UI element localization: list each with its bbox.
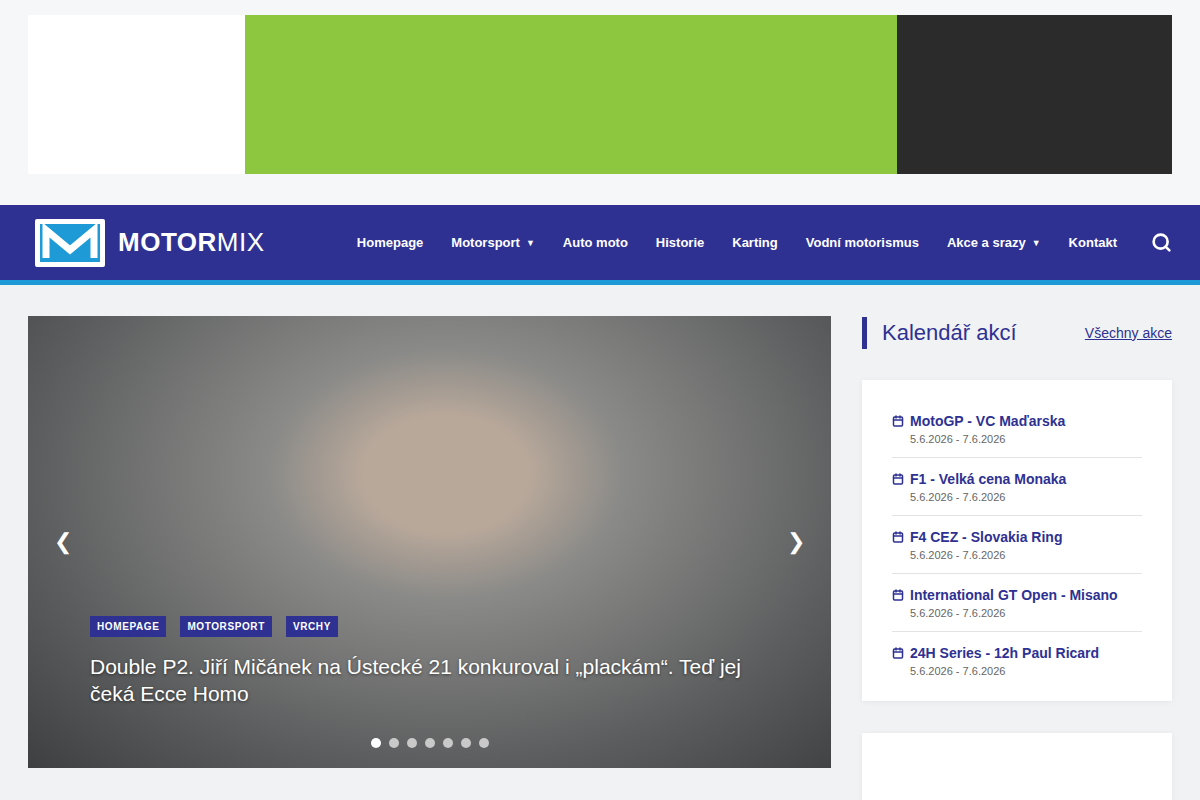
slide-caption: HOMEPAGE MOTORSPORT VRCHY Double P2. Jiří M…	[90, 616, 755, 707]
logo-icon	[34, 218, 106, 268]
slider-dot[interactable]	[443, 738, 453, 748]
logo[interactable]: MOTORMIX	[34, 218, 265, 268]
calendar-icon	[892, 647, 904, 659]
event-title[interactable]: 24H Series - 12h Paul Ricard	[910, 644, 1142, 662]
nav-item[interactable]: Vodní motorismus	[792, 227, 933, 258]
slider-dots	[28, 738, 831, 748]
content: ❮ ❯ HOMEPAGE MOTORSPORT VRCHY Double P2. Jiří…	[0, 285, 1200, 800]
nav-item[interactable]: Auto moto	[549, 227, 642, 258]
tag-row: HOMEPAGE MOTORSPORT VRCHY	[90, 616, 755, 637]
calendar-card: MotoGP - VC Maďarska5.6.2026 - 7.6.2026F…	[862, 380, 1172, 701]
caret-icon: ▼	[1032, 238, 1041, 248]
event-item: International GT Open - Misano 5.6.2026 -…	[892, 574, 1142, 632]
ad-area	[0, 0, 1200, 205]
slide-title[interactable]: Double P2. Jiří Mičánek na Ústecké 21 ko…	[90, 653, 755, 707]
nav-item[interactable]: Motorsport▼	[437, 227, 549, 258]
slider-dot[interactable]	[371, 738, 381, 748]
main-nav: MOTORMIX HomepageMotorsport▼Auto motoHist…	[0, 205, 1200, 285]
calendar-icon	[892, 531, 904, 543]
category-tag[interactable]: MOTORSPORT	[180, 616, 271, 637]
event-title[interactable]: MotoGP - VC Maďarska	[910, 412, 1142, 430]
ad-banner[interactable]	[28, 15, 1172, 174]
caret-icon: ▼	[526, 238, 535, 248]
slider-dot[interactable]	[461, 738, 471, 748]
prev-button[interactable]: ❮	[48, 523, 78, 561]
search-button[interactable]	[1141, 228, 1172, 257]
event-title[interactable]: F1 - Velká cena Monaka	[910, 470, 1142, 488]
nav-item[interactable]: Akce a srazy▼	[933, 227, 1055, 258]
event-title[interactable]: International GT Open - Misano	[910, 586, 1142, 604]
event-title[interactable]: F4 CEZ - Slovakia Ring	[910, 528, 1142, 546]
event-item: F4 CEZ - Slovakia Ring 5.6.2026 - 7.6.202…	[892, 516, 1142, 574]
calendar-icon	[892, 589, 904, 601]
event-date: 5.6.2026 - 7.6.2026	[910, 491, 1142, 503]
calendar-title: Kalendář akcí	[862, 317, 1017, 349]
nav-item[interactable]: Kontakt	[1055, 227, 1131, 258]
nav-item[interactable]: Historie	[642, 227, 718, 258]
calendar-icon	[892, 473, 904, 485]
logo-text: MOTORMIX	[118, 227, 265, 258]
nav-item[interactable]: Karting	[718, 227, 792, 258]
nav-item[interactable]: Homepage	[343, 227, 437, 258]
page: MOTORMIX HomepageMotorsport▼Auto motoHist…	[0, 0, 1200, 800]
event-date: 5.6.2026 - 7.6.2026	[910, 433, 1142, 445]
event-date: 5.6.2026 - 7.6.2026	[910, 607, 1142, 619]
event-item: F1 - Velká cena Monaka 5.6.2026 - 7.6.202…	[892, 458, 1142, 516]
event-item: 24H Series - 12h Paul Ricard 5.6.2026 - 7…	[892, 632, 1142, 681]
category-tag[interactable]: HOMEPAGE	[90, 616, 166, 637]
slider-dot[interactable]	[425, 738, 435, 748]
all-events-link[interactable]: Všechny akce	[1085, 325, 1172, 341]
event-date: 5.6.2026 - 7.6.2026	[910, 549, 1142, 561]
category-tag[interactable]: VRCHY	[286, 616, 338, 637]
slider-dot[interactable]	[389, 738, 399, 748]
sidebar-card	[862, 733, 1172, 800]
next-button[interactable]: ❯	[781, 523, 811, 561]
slider-dot[interactable]	[407, 738, 417, 748]
event-date: 5.6.2026 - 7.6.2026	[910, 665, 1142, 677]
event-item: MotoGP - VC Maďarska 5.6.2026 - 7.6.2026	[892, 400, 1142, 458]
search-icon	[1151, 232, 1172, 253]
calendar-header: Kalendář akcí Všechny akce	[862, 316, 1172, 349]
nav-list: HomepageMotorsport▼Auto motoHistorieKart…	[343, 227, 1131, 258]
slider-dot[interactable]	[479, 738, 489, 748]
calendar-icon	[892, 415, 904, 427]
sidebar: Kalendář akcí Všechny akce MotoGP - VC Maď…	[862, 316, 1172, 800]
hero-slider: ❮ ❯ HOMEPAGE MOTORSPORT VRCHY Double P2. Jiří…	[28, 316, 831, 768]
